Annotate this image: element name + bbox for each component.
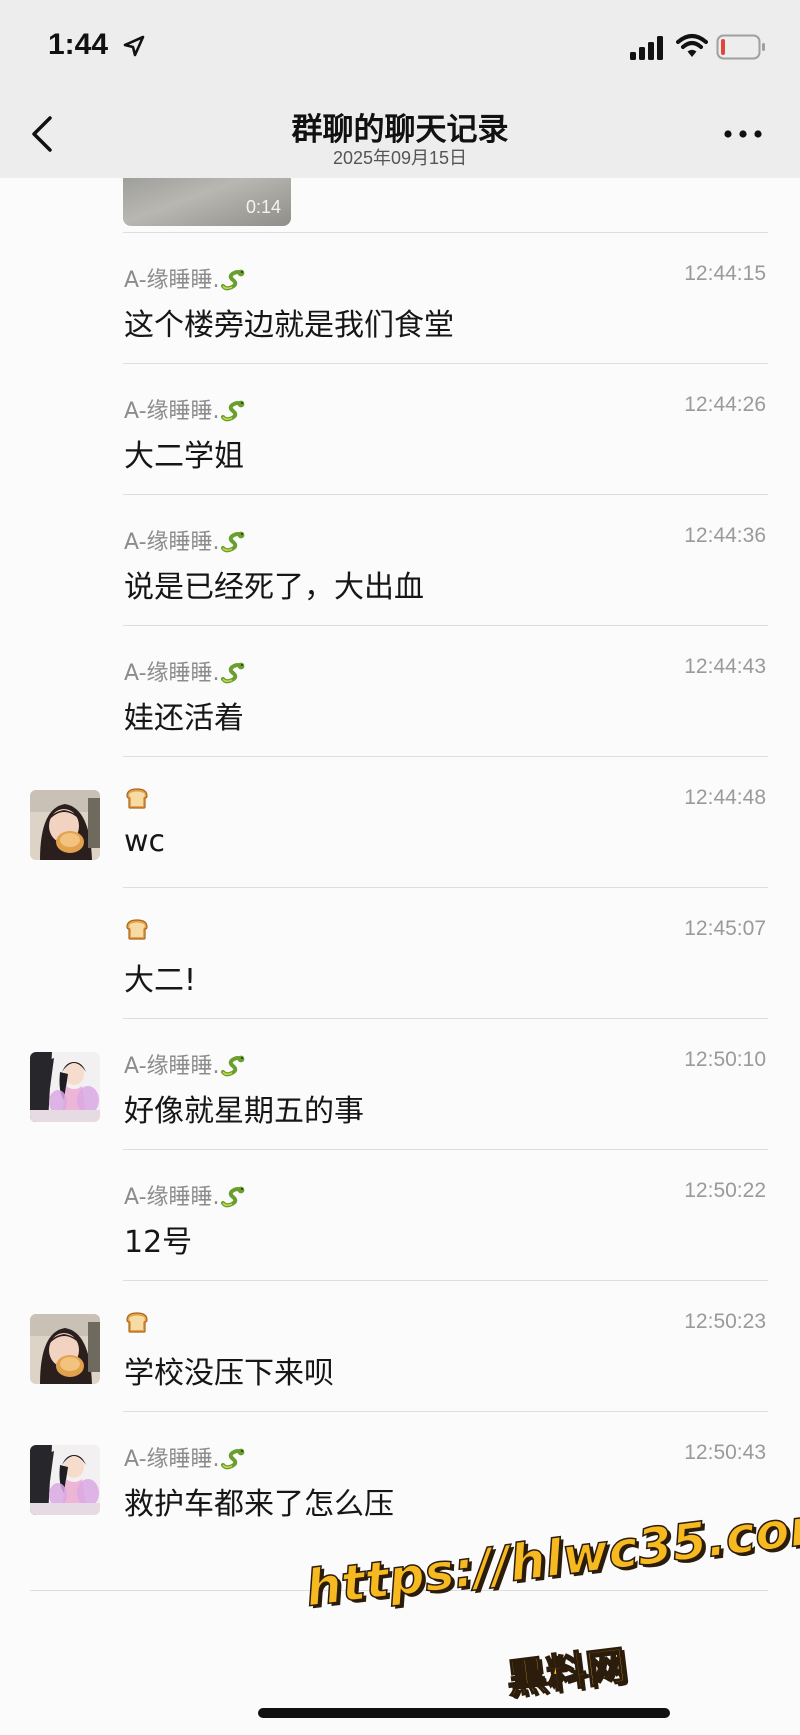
snake-emoji xyxy=(220,267,246,291)
message-item[interactable]: A-缘睡睡. 12:50:10 好像就星期五的事 xyxy=(0,1018,800,1149)
avatar[interactable] xyxy=(30,1445,100,1515)
snake-emoji xyxy=(220,660,246,684)
sender-name: A-缘睡睡. xyxy=(124,1185,220,1210)
message-sender: A-缘睡睡. xyxy=(124,524,246,556)
nav-bar: 群聊的聊天记录 2025年09月15日 xyxy=(0,90,800,178)
message-time: 12:45:07 xyxy=(684,917,766,940)
message-divider xyxy=(123,232,768,233)
snake-emoji xyxy=(220,1446,246,1470)
message-item[interactable]: 12:45:07 大二! xyxy=(0,887,800,1018)
message-text: 12号 xyxy=(124,1225,193,1260)
message-sender xyxy=(124,917,150,943)
sender-name: A-缘睡睡. xyxy=(124,1447,220,1472)
bread-emoji xyxy=(124,786,150,810)
video-thumbnail[interactable]: 0:14 xyxy=(123,178,291,226)
message-divider xyxy=(123,756,768,757)
page-title: 群聊的聊天记录 xyxy=(291,112,509,148)
message-text: 说是已经死了，大出血 xyxy=(124,570,424,605)
message-sender: A-缘睡睡. xyxy=(124,1179,246,1211)
message-time: 12:44:48 xyxy=(684,786,766,809)
cellular-signal-icon xyxy=(630,36,663,60)
message-text: 救护车都来了怎么压 xyxy=(124,1487,394,1522)
message-sender: A-缘睡睡. xyxy=(124,1441,246,1473)
message-time: 12:44:43 xyxy=(684,655,766,678)
message-text: 大二! xyxy=(124,963,197,998)
sender-name: A-缘睡睡. xyxy=(124,661,220,686)
message-text: 这个楼旁边就是我们食堂 xyxy=(124,308,454,343)
location-arrow-icon xyxy=(123,35,145,57)
avatar[interactable] xyxy=(30,790,100,860)
battery-icon xyxy=(716,34,765,60)
message-sender: A-缘睡睡. xyxy=(124,1048,246,1080)
bread-emoji xyxy=(124,1310,150,1334)
message-item[interactable]: A-缘睡睡. 12:44:15 这个楼旁边就是我们食堂 xyxy=(0,232,800,363)
message-sender: A-缘睡睡. xyxy=(124,262,246,294)
message-divider xyxy=(123,1411,768,1412)
message-text: 娃还活着 xyxy=(124,701,244,736)
sender-name: A-缘睡睡. xyxy=(124,268,220,293)
message-divider xyxy=(123,1018,768,1019)
message-divider xyxy=(123,494,768,495)
message-time: 12:44:36 xyxy=(684,524,766,547)
message-time: 12:44:15 xyxy=(684,262,766,285)
message-text: 学校没压下来呗 xyxy=(124,1356,334,1391)
status-time: 1:44 xyxy=(48,28,109,61)
message-divider xyxy=(123,1280,768,1281)
message-sender xyxy=(124,1310,150,1336)
message-text: wc xyxy=(124,824,166,859)
message-time: 12:50:10 xyxy=(684,1048,766,1071)
avatar[interactable] xyxy=(30,1052,100,1122)
message-divider xyxy=(123,1149,768,1150)
video-duration: 0:14 xyxy=(245,197,281,217)
message-divider xyxy=(123,887,768,888)
snake-emoji xyxy=(220,1184,246,1208)
message-text: 好像就星期五的事 xyxy=(124,1094,364,1129)
more-options-icon[interactable] xyxy=(718,116,768,152)
message-item[interactable]: A-缘睡睡. 12:50:22 12号 xyxy=(0,1149,800,1280)
message-sender: A-缘睡睡. xyxy=(124,393,246,425)
sender-name: A-缘睡睡. xyxy=(124,399,220,424)
snake-emoji xyxy=(220,1053,246,1077)
message-item[interactable]: 12:50:23 学校没压下来呗 xyxy=(0,1280,800,1411)
sender-name: A-缘睡睡. xyxy=(124,1054,220,1079)
message-item[interactable]: A-缘睡睡. 12:44:26 大二学姐 xyxy=(0,363,800,494)
sender-name: A-缘睡睡. xyxy=(124,530,220,555)
avatar[interactable] xyxy=(30,1314,100,1384)
snake-emoji xyxy=(220,529,246,553)
home-indicator xyxy=(258,1708,670,1718)
message-time: 12:50:23 xyxy=(684,1310,766,1333)
wifi-icon xyxy=(676,34,708,57)
page-date: 2025年09月15日 xyxy=(332,148,468,168)
message-divider xyxy=(123,625,768,626)
bread-emoji xyxy=(124,917,150,941)
message-item[interactable]: A-缘睡睡. 12:44:43 娃还活着 xyxy=(0,625,800,756)
status-bar: 1:44 xyxy=(0,0,800,90)
message-time: 12:44:26 xyxy=(684,393,766,416)
message-item[interactable]: 12:44:48 wc xyxy=(0,756,800,887)
snake-emoji xyxy=(220,398,246,422)
message-sender xyxy=(124,786,150,812)
chat-history: 0:14 A-缘睡睡. 12:44:15 这个楼旁边就是我们食堂 A-缘睡睡. 12:4… xyxy=(0,178,800,1735)
message-divider xyxy=(123,363,768,364)
message-time: 12:50:43 xyxy=(684,1441,766,1464)
message-text: 大二学姐 xyxy=(124,439,244,474)
message-time: 12:50:22 xyxy=(684,1179,766,1202)
message-item[interactable]: A-缘睡睡. 12:44:36 说是已经死了，大出血 xyxy=(0,494,800,625)
message-sender: A-缘睡睡. xyxy=(124,655,246,687)
